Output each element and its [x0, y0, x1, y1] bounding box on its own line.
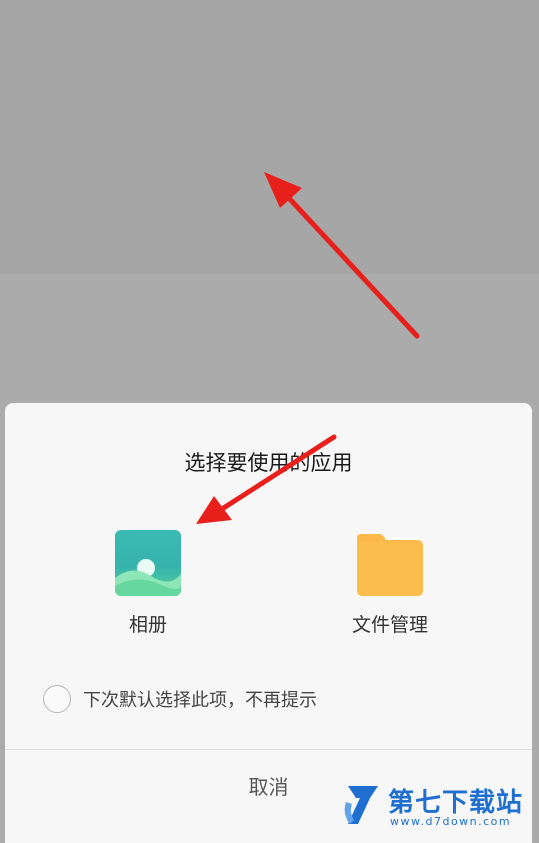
default-choice-label: 下次默认选择此项，不再提示 — [83, 690, 317, 711]
gallery-icon — [115, 530, 181, 596]
divider — [5, 749, 532, 750]
app-chooser-dialog: 选择要使用的应用 相册 文件管理 下次默认选择此项，不再提示 取消 — [5, 403, 532, 843]
folder-icon — [357, 530, 423, 596]
dialog-title: 选择要使用的应用 — [184, 451, 353, 475]
app-label-gallery: 相册 — [128, 614, 167, 636]
watermark-url: www.d7down.com — [390, 815, 512, 828]
watermark-brand: 第七下载站 — [388, 788, 524, 818]
default-choice-radio[interactable] — [43, 685, 71, 713]
background-content — [0, 0, 539, 274]
watermark-logo-icon — [344, 786, 378, 824]
default-choice-row[interactable]: 下次默认选择此项，不再提示 — [43, 683, 317, 715]
app-option-file-manager[interactable]: 文件管理 — [320, 530, 460, 637]
app-option-gallery[interactable]: 相册 — [78, 530, 218, 637]
watermark: 第七下载站 www.d7down.com — [340, 780, 535, 830]
app-label-file-manager: 文件管理 — [351, 614, 428, 636]
